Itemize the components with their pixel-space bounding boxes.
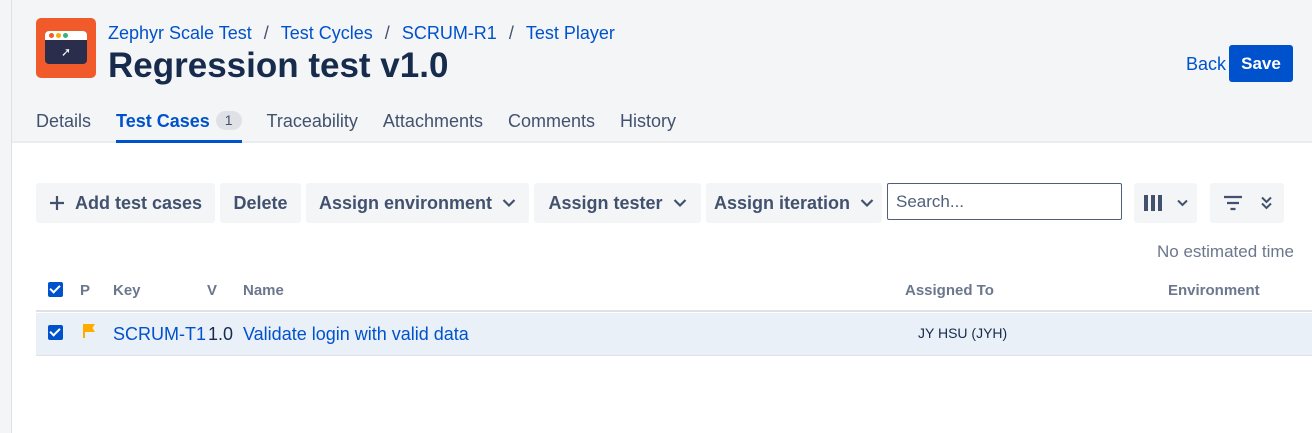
tab-attachments[interactable]: Attachments (383, 108, 483, 143)
flag-icon (83, 324, 95, 338)
column-header-priority: P (80, 282, 91, 299)
assign-tester-button[interactable]: Assign tester (534, 183, 701, 223)
breadcrumb-test-player[interactable]: Test Player (526, 23, 615, 44)
breadcrumb-separator: / (508, 22, 514, 43)
tab-comments[interactable]: Comments (508, 108, 595, 143)
chevron-down-icon (1177, 199, 1188, 207)
delete-button[interactable]: Delete (220, 183, 301, 223)
breadcrumb: Zephyr Scale Test / Test Cycles / SCRUM-… (108, 22, 615, 44)
test-case-count-badge: 1 (215, 111, 242, 130)
tab-details[interactable]: Details (36, 108, 91, 143)
test-case-version: 1.0 (208, 324, 234, 344)
column-header-assigned-to[interactable]: Assigned To (905, 282, 994, 299)
test-case-key-link[interactable]: SCRUM-T1 (113, 324, 206, 345)
plus-icon (49, 196, 64, 210)
table-row[interactable]: SCRUM-T1 1.0 Validate login with valid d… (36, 313, 1312, 356)
breadcrumb-test-cycles[interactable]: Test Cycles (281, 23, 373, 44)
row-checkbox[interactable] (48, 325, 63, 340)
tab-traceability[interactable]: Traceability (267, 108, 358, 143)
page-title: Regression test v1.0 (108, 46, 449, 85)
back-link[interactable]: Back (1186, 54, 1226, 75)
breadcrumb-cycle-key[interactable]: SCRUM-R1 (402, 23, 497, 44)
column-header-key[interactable]: Key (113, 282, 141, 299)
column-header-name[interactable]: Name (243, 282, 284, 299)
add-test-cases-button[interactable]: Add test cases (36, 183, 215, 223)
estimated-time-label: No estimated time (1157, 242, 1294, 261)
breadcrumb-separator: / (263, 22, 269, 43)
test-case-name-link[interactable]: Validate login with valid data (243, 324, 469, 345)
project-logo-icon: ➚ (36, 18, 96, 78)
columns-icon (1144, 195, 1162, 211)
filter-button[interactable] (1210, 183, 1284, 223)
breadcrumb-separator: / (384, 22, 390, 43)
column-picker-button[interactable] (1134, 183, 1197, 223)
chevron-down-icon (502, 199, 516, 208)
breadcrumb-project[interactable]: Zephyr Scale Test (108, 23, 252, 44)
column-header-version: V (207, 282, 218, 299)
tab-test-cases[interactable]: Test Cases 1 (116, 108, 242, 143)
table-header: P Key V Name Assigned To Environment (36, 276, 1312, 312)
save-button[interactable]: Save (1229, 45, 1293, 82)
chevron-down-icon (860, 199, 874, 208)
select-all-checkbox[interactable] (48, 282, 63, 297)
chevron-down-icon (673, 199, 686, 208)
page-header: ➚ Zephyr Scale Test / Test Cycles / SCRU… (12, 0, 1312, 143)
search-input[interactable] (887, 183, 1122, 220)
filter-icon (1223, 195, 1242, 211)
assign-environment-button[interactable]: Assign environment (306, 183, 529, 223)
tab-bar: Details Test Cases 1 Traceability Attachm… (36, 108, 701, 143)
left-sidebar-edge (0, 0, 12, 433)
assigned-to-value[interactable]: JY HSU (JYH) (918, 325, 1007, 341)
assign-iteration-button[interactable]: Assign iteration (706, 183, 882, 223)
double-chevron-down-icon (1260, 196, 1272, 210)
tab-history[interactable]: History (620, 108, 676, 143)
column-header-environment[interactable]: Environment (1168, 282, 1260, 299)
